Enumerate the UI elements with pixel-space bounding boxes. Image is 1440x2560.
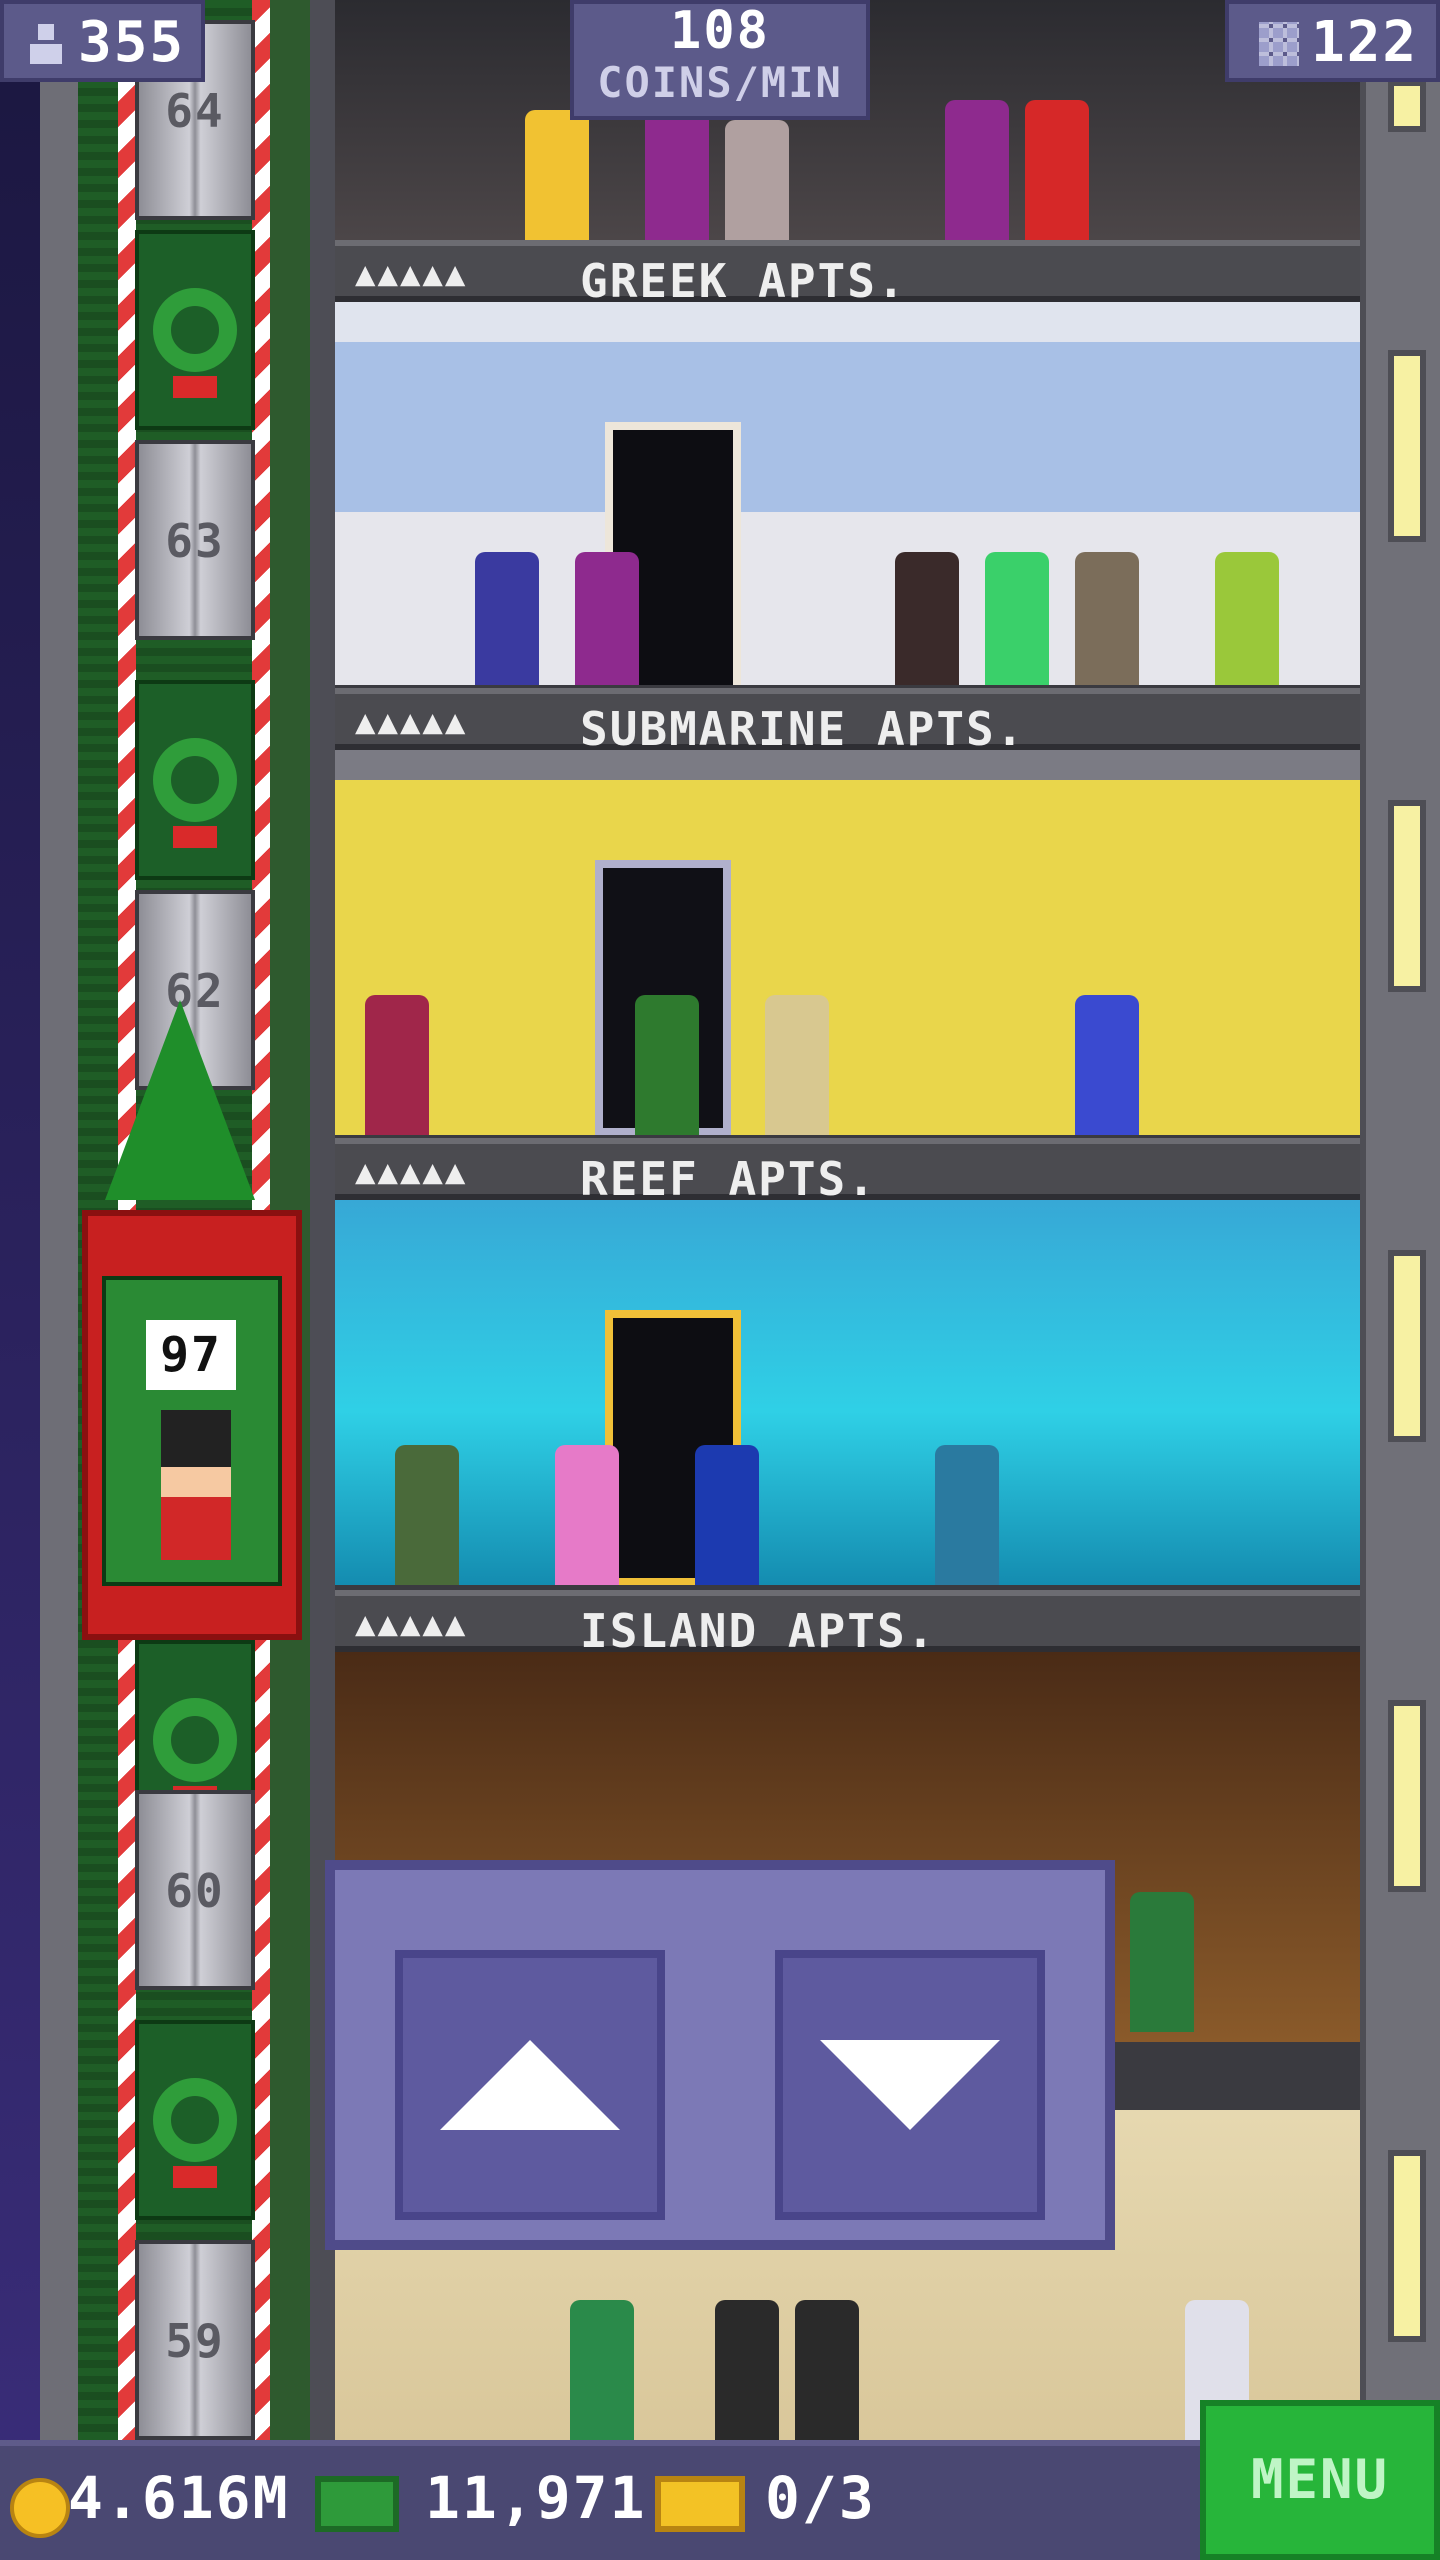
arrow-down-icon	[820, 2040, 1000, 2130]
occupancy-icons: ▲▲▲▲▲	[355, 1604, 468, 1644]
elevator-floor-door: 63	[135, 440, 255, 640]
coins-value[interactable]: 4.616M	[68, 2464, 290, 2532]
shaft-left-wall	[40, 0, 78, 2440]
floor-number: 63	[165, 514, 225, 568]
bitizen[interactable]	[985, 552, 1049, 685]
bitizen[interactable]	[695, 1445, 759, 1585]
bitizen[interactable]	[570, 2300, 634, 2440]
floor-count-value: 122	[1311, 10, 1419, 75]
bitizen[interactable]	[635, 995, 699, 1135]
coin-icon	[10, 2478, 70, 2538]
tower-window	[1388, 350, 1426, 542]
wreath-panel	[135, 2020, 255, 2220]
arrow-up-icon	[440, 2040, 620, 2130]
bitizen[interactable]	[555, 1445, 619, 1585]
floor-label-text: GREEK APTS.	[580, 254, 907, 308]
floor-number: 60	[165, 1864, 225, 1918]
bitizen[interactable]	[765, 995, 829, 1135]
bow-icon	[173, 376, 217, 398]
floor-label-greek[interactable]: ▲▲▲▲▲ GREEK APTS.	[335, 240, 1360, 308]
bitizen[interactable]	[935, 1445, 999, 1585]
bitizen[interactable]	[1075, 552, 1139, 685]
tower-window	[1388, 2150, 1426, 2342]
coins-per-min-panel[interactable]: 108 COINS/MIN	[570, 0, 870, 120]
floor-label-text: REEF APTS.	[580, 1152, 877, 1206]
elevator-floor-door: 60	[135, 1790, 255, 1990]
bitizen[interactable]	[895, 552, 959, 685]
bux-icon	[315, 2476, 399, 2532]
bitizen[interactable]	[725, 120, 789, 240]
bitizen[interactable]	[1075, 995, 1139, 1135]
elevator-nav-panel	[325, 1860, 1115, 2250]
floor-label-submarine[interactable]: ▲▲▲▲▲ SUBMARINE APTS.	[335, 688, 1360, 756]
tower-window	[1388, 1250, 1426, 1442]
wreath-panel	[135, 680, 255, 880]
bitizen[interactable]	[365, 995, 429, 1135]
wreath-icon	[153, 288, 237, 372]
occupancy-icons: ▲▲▲▲▲	[355, 254, 468, 294]
coins-per-min-value: 108	[670, 1, 770, 61]
floor-label-text: SUBMARINE APTS.	[580, 702, 1026, 756]
population-counter[interactable]: 355	[0, 0, 205, 82]
coins-per-min-label: COINS/MIN	[597, 58, 843, 107]
tickets-value[interactable]: 0/3	[765, 2464, 876, 2532]
scroll-down-button[interactable]	[775, 1950, 1045, 2220]
floor-number: 59	[165, 2314, 225, 2368]
bitizen[interactable]	[1025, 100, 1089, 240]
elevator-car-interior: 97	[102, 1276, 282, 1586]
room-submarine-apts[interactable]	[335, 750, 1360, 1135]
person-icon	[30, 24, 62, 64]
bitizen[interactable]	[575, 552, 639, 685]
wreath-icon	[153, 738, 237, 822]
space-background	[0, 0, 40, 2560]
elevator-car[interactable]: 97	[82, 1210, 302, 1640]
occupancy-icons: ▲▲▲▲▲	[355, 702, 468, 742]
elevator-passenger[interactable]	[161, 1410, 231, 1560]
bitizen[interactable]	[475, 552, 539, 685]
bux-value[interactable]: 11,971	[425, 2464, 647, 2532]
wreath-icon	[153, 2078, 237, 2162]
tower-window	[1388, 1700, 1426, 1892]
elevator-floor-door: 59	[135, 2240, 255, 2440]
christmas-tree-icon	[105, 1000, 255, 1200]
wreath-panel	[135, 230, 255, 430]
scroll-up-button[interactable]	[395, 1950, 665, 2220]
tower-window	[1388, 800, 1426, 992]
ticket-icon	[655, 2476, 745, 2532]
bitizen[interactable]	[645, 110, 709, 240]
wreath-icon	[153, 1698, 237, 1782]
bitizen[interactable]	[1215, 552, 1279, 685]
menu-button[interactable]: MENU	[1200, 2400, 1440, 2560]
bitizen[interactable]	[715, 2300, 779, 2440]
tower-window	[1388, 80, 1426, 132]
bitizen[interactable]	[1130, 1892, 1194, 2032]
bow-icon	[173, 2166, 217, 2188]
floor-label-reef[interactable]: ▲▲▲▲▲ REEF APTS.	[335, 1138, 1360, 1206]
occupancy-icons: ▲▲▲▲▲	[355, 1152, 468, 1192]
bitizen[interactable]	[395, 1445, 459, 1585]
floor-label-text: ISLAND APTS.	[580, 1604, 937, 1658]
bitizen[interactable]	[525, 110, 589, 240]
bitizen[interactable]	[945, 100, 1009, 240]
floor-number: 64	[165, 84, 225, 138]
elevator-destination-floor: 97	[146, 1320, 236, 1390]
floor-label-island[interactable]: ▲▲▲▲▲ ISLAND APTS.	[335, 1590, 1360, 1658]
floor-count-counter[interactable]: 122	[1225, 0, 1440, 82]
room-reef-apts[interactable]	[335, 1200, 1360, 1585]
bow-icon	[173, 826, 217, 848]
building-icon	[1259, 22, 1299, 66]
room-greek-apts[interactable]	[335, 302, 1360, 685]
bitizen[interactable]	[795, 2300, 859, 2440]
population-value: 355	[78, 10, 186, 75]
